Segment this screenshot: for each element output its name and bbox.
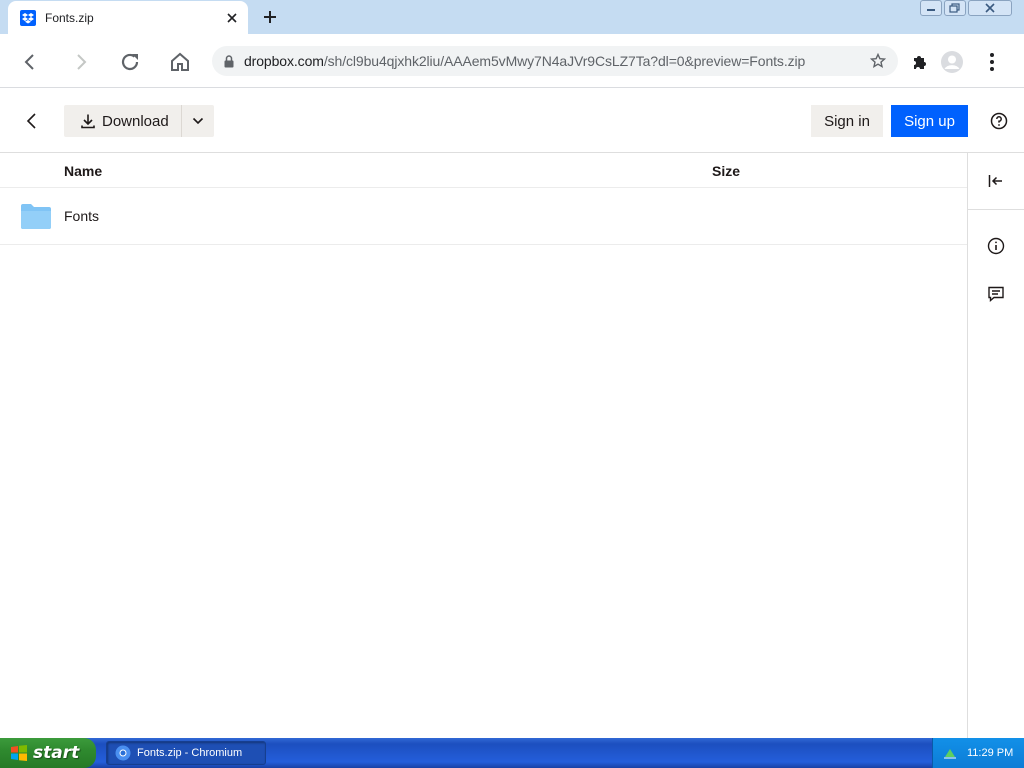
download-button[interactable]: Download (64, 105, 182, 137)
system-tray: 11:29 PM (932, 738, 1024, 768)
download-options-chevron-down-icon[interactable] (182, 105, 214, 137)
collapse-sidebar-icon[interactable] (968, 153, 1024, 210)
download-button-group: Download (64, 105, 214, 137)
start-button[interactable]: start (0, 738, 96, 768)
download-label: Download (102, 112, 169, 130)
windows-logo-icon (11, 745, 27, 761)
sign-in-button[interactable]: Sign in (811, 105, 883, 137)
file-list-header: Name Size (0, 153, 967, 188)
file-name[interactable]: Fonts (64, 208, 99, 224)
folder-icon (21, 204, 51, 229)
taskbar-window-label: Fonts.zip - Chromium (137, 747, 243, 759)
file-row[interactable]: Fonts (0, 188, 967, 245)
window-controls (920, 0, 1012, 16)
browser-toolbar: dropbox.com/sh/cl9bu4qjxhk2liu/AAAem5vMw… (0, 34, 1024, 88)
window-close-icon[interactable] (968, 0, 1012, 16)
start-label: start (33, 743, 80, 763)
address-bar[interactable]: dropbox.com/sh/cl9bu4qjxhk2liu/AAAem5vMw… (212, 46, 898, 76)
reload-icon[interactable] (116, 48, 144, 76)
lock-icon[interactable] (224, 54, 236, 68)
page-back-icon[interactable] (18, 107, 46, 135)
column-name-header[interactable]: Name (64, 163, 102, 179)
page-header: Download Sign in Sign up (0, 89, 1024, 153)
profile-avatar-icon[interactable] (938, 48, 966, 76)
url-text[interactable]: dropbox.com/sh/cl9bu4qjxhk2liu/AAAem5vMw… (244, 53, 866, 69)
taskbar-chromium-window[interactable]: Fonts.zip - Chromium (106, 741, 266, 765)
browser-menu-icon[interactable] (978, 48, 1006, 76)
right-sidebar (967, 153, 1024, 738)
forward-arrow-icon[interactable] (67, 48, 95, 76)
bookmark-star-icon[interactable] (866, 49, 890, 73)
column-size-header[interactable]: Size (712, 163, 740, 179)
file-list: Name Size Fonts (0, 153, 967, 245)
network-tray-icon[interactable] (943, 746, 957, 760)
download-icon (81, 114, 95, 129)
new-tab-icon[interactable] (258, 6, 282, 28)
home-icon[interactable] (166, 48, 194, 76)
restore-icon[interactable] (944, 0, 966, 16)
info-icon[interactable] (984, 234, 1008, 258)
help-icon[interactable] (988, 110, 1010, 132)
tab-close-icon[interactable] (222, 8, 242, 28)
chromium-icon (115, 745, 131, 761)
sign-up-button[interactable]: Sign up (891, 105, 968, 137)
minimize-icon[interactable] (920, 0, 942, 16)
browser-tab[interactable]: Fonts.zip (8, 1, 248, 34)
comment-icon[interactable] (984, 282, 1008, 306)
back-arrow-icon[interactable] (16, 48, 44, 76)
tab-strip: Fonts.zip (0, 0, 1024, 34)
clock: 11:29 PM (967, 747, 1014, 759)
dropbox-favicon-icon (20, 9, 36, 26)
extensions-puzzle-icon[interactable] (906, 48, 934, 76)
tab-title: Fonts.zip (45, 10, 94, 25)
windows-taskbar: start Fonts.zip - Chromium 11:29 PM (0, 738, 1024, 768)
